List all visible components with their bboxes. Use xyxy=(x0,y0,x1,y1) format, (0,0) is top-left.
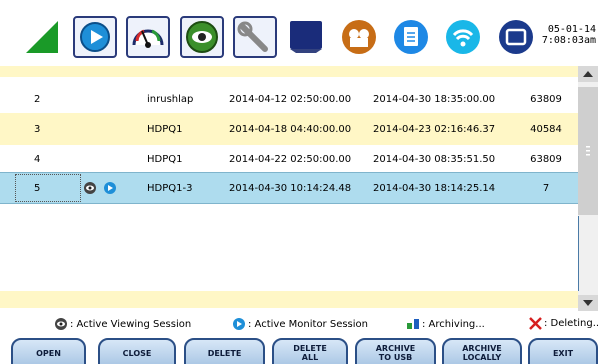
legend-deleting: : Deleting... xyxy=(529,317,598,330)
row-count: 63809 xyxy=(530,93,562,105)
document-icon[interactable] xyxy=(389,16,433,58)
gauge-icon[interactable] xyxy=(126,16,170,58)
bottom-button-bar: OPEN CLOSE DELETE DELETE ALL ARCHIVE TO … xyxy=(0,336,598,364)
status-legend: : Active Viewing Session : Active Monito… xyxy=(0,311,598,337)
row-count: 63809 xyxy=(530,153,562,165)
row-count: 40584 xyxy=(530,123,562,135)
eye-icon[interactable] xyxy=(180,16,224,58)
table-row[interactable]: 4 HDPQ1 2014-04-22 02:50:00.00 2014-04-3… xyxy=(0,143,578,175)
row-status-icons xyxy=(83,173,117,203)
camera-icon[interactable] xyxy=(337,16,381,58)
table-row-blank[interactable] xyxy=(0,66,578,77)
monitor-session-icon xyxy=(104,182,116,194)
legend-viewing: : Active Viewing Session xyxy=(54,317,191,331)
legend-deleting-label: : Deleting... xyxy=(544,318,598,329)
archive-to-usb-button[interactable]: ARCHIVE TO USB xyxy=(355,338,436,364)
row-index: 5 xyxy=(34,182,41,194)
legend-monitor-label: : Active Monitor Session xyxy=(248,318,369,330)
wrench-icon[interactable] xyxy=(233,16,277,58)
legend-viewing-label: : Active Viewing Session xyxy=(70,318,192,330)
row-end-time: 2014-04-23 02:16:46.37 xyxy=(373,123,496,135)
row-start-time: 2014-04-30 10:14:24.48 xyxy=(229,182,352,194)
table-row[interactable]: 2 inrushlap 2014-04-12 02:50:00.00 2014-… xyxy=(0,83,578,115)
open-button[interactable]: OPEN xyxy=(11,338,86,364)
delete-x-icon xyxy=(529,317,542,330)
legend-monitor: : Active Monitor Session xyxy=(232,317,368,331)
play-icon[interactable] xyxy=(73,16,117,58)
session-table: 2 inrushlap 2014-04-12 02:50:00.00 2014-… xyxy=(0,66,578,311)
archive-locally-button[interactable]: ARCHIVE LOCALLY xyxy=(442,338,522,364)
row-name: HDPQ1-3 xyxy=(147,182,193,194)
row-name: HDPQ1 xyxy=(147,123,183,135)
wifi-icon[interactable] xyxy=(441,16,485,58)
table-row-blank[interactable] xyxy=(0,291,578,308)
row-end-time: 2014-04-30 18:35:00.00 xyxy=(373,93,496,105)
date-label: 05-01-14 xyxy=(547,24,596,35)
table-row-selected[interactable]: 5 HDPQ1-3 2014-04-30 10:14:24.48 2014-04… xyxy=(0,172,578,204)
close-button[interactable]: CLOSE xyxy=(98,338,176,364)
row-index: 3 xyxy=(34,123,41,135)
display-icon[interactable] xyxy=(494,16,538,58)
row-name: HDPQ1 xyxy=(147,153,183,165)
viewing-session-icon xyxy=(84,182,96,194)
scroll-up-arrow-icon[interactable] xyxy=(578,66,598,82)
delete-all-button[interactable]: DELETE ALL xyxy=(272,338,348,364)
selection-focus-box xyxy=(15,174,81,202)
row-name: inrushlap xyxy=(147,93,194,105)
row-index: 2 xyxy=(34,93,41,105)
monitor-session-icon xyxy=(233,318,245,330)
scroll-down-arrow-icon[interactable] xyxy=(578,295,598,311)
row-start-time: 2014-04-22 02:50:00.00 xyxy=(229,153,352,165)
vertical-scrollbar[interactable] xyxy=(578,66,598,311)
table-row[interactable]: 3 HDPQ1 2014-04-18 04:40:00.00 2014-04-2… xyxy=(0,113,578,145)
time-label: 7:08:03am xyxy=(541,35,596,46)
legend-archiving: : Archiving... xyxy=(406,317,485,331)
scroll-track-edge xyxy=(578,216,579,291)
datetime-display: 05-01-14 7:08:03am xyxy=(542,24,596,46)
row-start-time: 2014-04-18 04:40:00.00 xyxy=(229,123,352,135)
row-count: 7 xyxy=(542,182,550,194)
monitor-icon[interactable] xyxy=(284,16,328,58)
row-start-time: 2014-04-12 02:50:00.00 xyxy=(229,93,352,105)
signal-icon[interactable] xyxy=(20,16,64,58)
scroll-thumb[interactable] xyxy=(578,87,598,215)
delete-button[interactable]: DELETE xyxy=(184,338,265,364)
row-end-time: 2014-04-30 18:14:25.14 xyxy=(373,182,496,194)
viewing-session-icon xyxy=(55,318,67,330)
row-end-time: 2014-04-30 08:35:51.50 xyxy=(373,153,496,165)
exit-button[interactable]: EXIT xyxy=(528,338,598,364)
archiving-icon xyxy=(407,319,419,329)
row-index: 4 xyxy=(34,153,41,165)
legend-archiving-label: : Archiving... xyxy=(422,318,485,330)
